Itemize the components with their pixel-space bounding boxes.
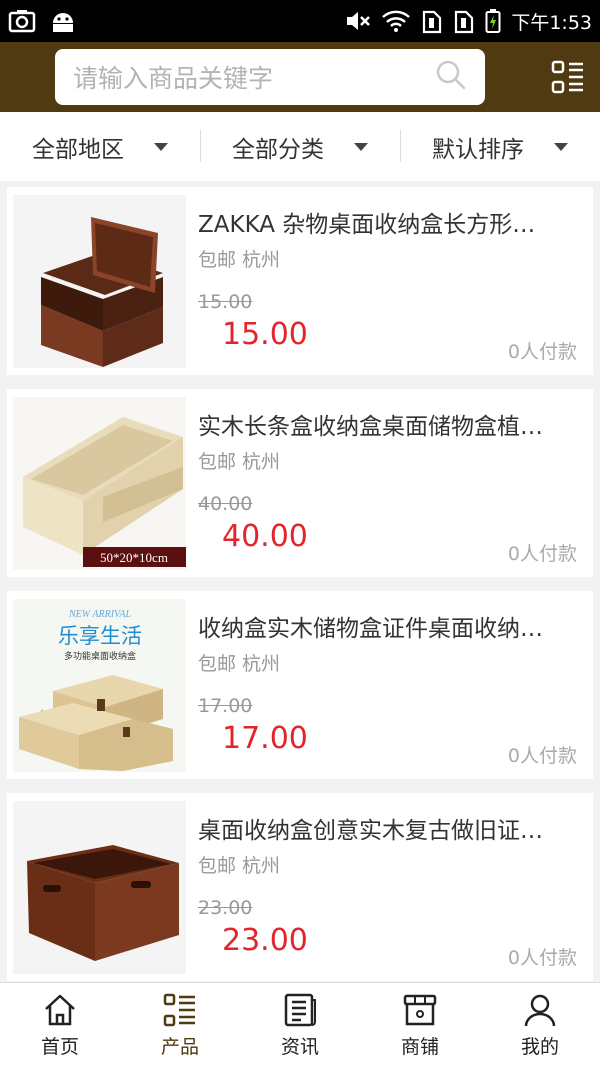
- tab-label: 资讯: [280, 1035, 319, 1058]
- product-title[interactable]: 实木长条盒收纳盒桌面储物盒植…: [198, 407, 578, 441]
- header: 请输入商品关键字: [0, 42, 600, 112]
- original-price: 23.00: [198, 897, 253, 919]
- bottom-tab-bar: 首页 产品 资讯 商铺 我的: [0, 982, 600, 1067]
- image-subheadline: 多功能桌面收纳盒: [64, 650, 136, 662]
- product-title[interactable]: ZAKKA 杂物桌面收纳盒长方形…: [198, 205, 578, 239]
- filter-sort[interactable]: 默认排序: [400, 112, 600, 181]
- filter-bar: 全部地区 全部分类 默认排序: [0, 112, 600, 181]
- battery-icon: [485, 8, 501, 34]
- tab-products[interactable]: 产品: [120, 983, 240, 1067]
- filter-label: 全部分类: [232, 136, 324, 163]
- current-price: 17.00: [222, 721, 308, 756]
- store-icon: [403, 994, 437, 1025]
- product-card[interactable]: 50*20*10cm 实木长条盒收纳盒桌面储物盒植… 包邮 杭州 40.00 4…: [7, 389, 593, 577]
- user-icon: [524, 994, 556, 1026]
- caret-down-icon: [354, 142, 368, 151]
- sales-count: 0人付款: [507, 341, 577, 363]
- product-tags: 包邮 杭州: [198, 855, 281, 877]
- original-price: 15.00: [198, 291, 253, 313]
- news-icon: [284, 993, 316, 1026]
- product-tags: 包邮 杭州: [198, 451, 281, 473]
- sales-count: 0人付款: [507, 745, 577, 767]
- search-input[interactable]: 请输入商品关键字: [55, 49, 485, 105]
- product-tags: 包邮 杭州: [198, 249, 281, 271]
- caret-down-icon: [554, 142, 568, 151]
- tab-label: 首页: [40, 1035, 79, 1058]
- sim2-signal-icon: [453, 8, 475, 34]
- original-price: 40.00: [198, 493, 253, 515]
- original-price: 17.00: [198, 695, 253, 717]
- product-image[interactable]: 50*20*10cm: [13, 397, 186, 570]
- current-price: 15.00: [222, 317, 308, 352]
- mute-icon: [345, 9, 371, 33]
- image-banner-text: NEW ARRIVAL: [68, 609, 132, 620]
- wifi-icon: [381, 9, 411, 33]
- sales-count: 0人付款: [507, 543, 577, 565]
- product-image[interactable]: NEW ARRIVAL 乐享生活 多功能桌面收纳盒: [13, 599, 186, 772]
- filter-region[interactable]: 全部地区: [0, 112, 200, 181]
- android-icon: [50, 9, 76, 33]
- tab-label: 产品: [160, 1035, 199, 1058]
- product-tags: 包邮 杭州: [198, 653, 281, 675]
- sim1-signal-icon: [421, 8, 443, 34]
- tab-label: 我的: [520, 1035, 559, 1058]
- search-icon[interactable]: [435, 59, 467, 95]
- list-icon: [163, 993, 195, 1026]
- product-image[interactable]: [13, 195, 186, 368]
- image-headline: 乐享生活: [58, 624, 142, 648]
- tab-store[interactable]: 商铺: [360, 983, 480, 1067]
- product-image[interactable]: [13, 801, 186, 974]
- filter-label: 全部地区: [32, 136, 124, 163]
- filter-category[interactable]: 全部分类: [200, 112, 400, 181]
- image-size-label: 50*20*10cm: [100, 550, 168, 565]
- filter-label: 默认排序: [432, 136, 524, 163]
- tab-home[interactable]: 首页: [0, 983, 120, 1067]
- product-title[interactable]: 桌面收纳盒创意实木复古做旧证…: [198, 811, 578, 845]
- product-title[interactable]: 收纳盒实木储物盒证件桌面收纳…: [198, 609, 578, 643]
- category-menu-button[interactable]: [550, 59, 586, 95]
- current-price: 40.00: [222, 519, 308, 554]
- current-price: 23.00: [222, 923, 308, 958]
- status-bar: 下午1:53: [0, 0, 600, 42]
- product-card[interactable]: 桌面收纳盒创意实木复古做旧证… 包邮 杭州 23.00 23.00 0人付款: [7, 793, 593, 981]
- sales-count: 0人付款: [507, 947, 577, 969]
- home-icon: [45, 994, 75, 1025]
- product-card[interactable]: NEW ARRIVAL 乐享生活 多功能桌面收纳盒 收纳盒实木储物盒证件桌面收纳…: [7, 591, 593, 779]
- tab-me[interactable]: 我的: [480, 983, 600, 1067]
- tab-news[interactable]: 资讯: [240, 983, 360, 1067]
- screenshot-icon: [8, 9, 36, 33]
- search-placeholder: 请输入商品关键字: [73, 64, 274, 93]
- tab-label: 商铺: [400, 1035, 439, 1058]
- grid-list-icon: [551, 60, 583, 94]
- product-card[interactable]: ZAKKA 杂物桌面收纳盒长方形… 包邮 杭州 15.00 15.00 0人付款: [7, 187, 593, 375]
- clock: 下午1:53: [511, 11, 592, 34]
- caret-down-icon: [154, 142, 168, 151]
